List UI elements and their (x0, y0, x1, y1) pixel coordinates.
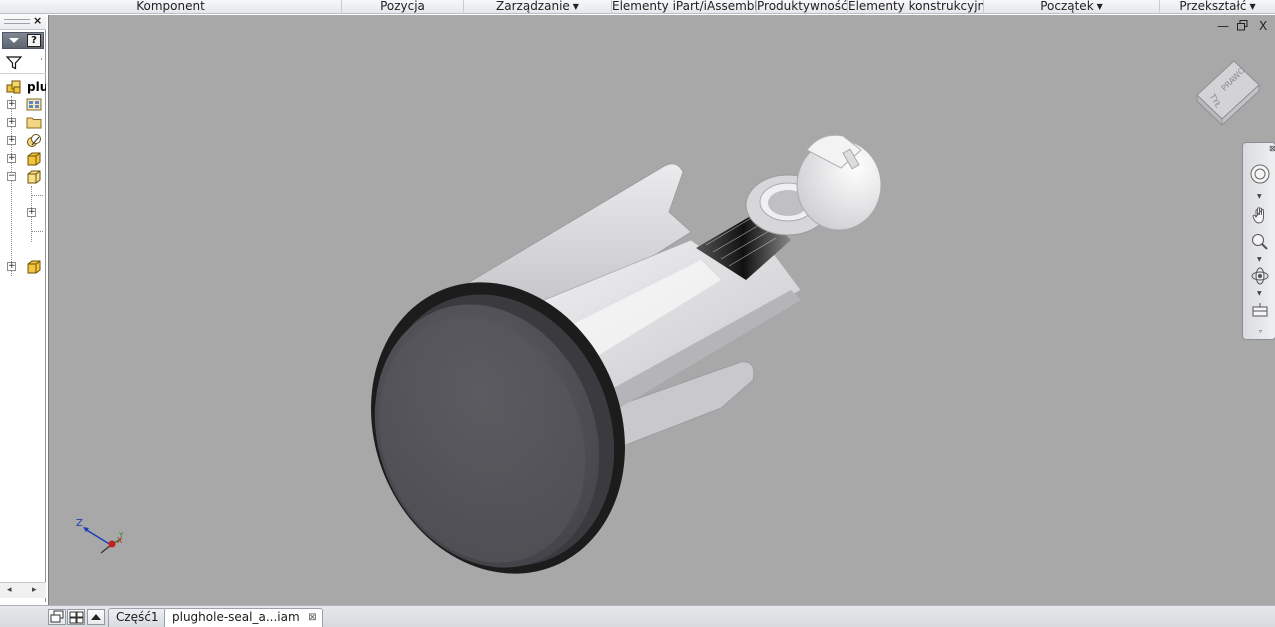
expand-icon[interactable]: + (7, 118, 16, 127)
dropdown-arrow-icon: ▼ (1096, 2, 1103, 11)
part-icon (27, 152, 41, 166)
browser-header: ? (2, 32, 44, 49)
tree-root-assembly[interactable]: plu (0, 78, 46, 96)
ribbon-panel-przeksztalc[interactable]: Przekształć ▼ (1160, 0, 1275, 14)
steering-wheel-icon[interactable] (1249, 163, 1271, 185)
customize-icon[interactable]: ▿ (1259, 329, 1265, 335)
ribbon-panel-label: Zarządzanie (496, 0, 570, 13)
scroll-left-icon[interactable]: ◂ (7, 585, 12, 595)
expand-icon[interactable]: + (7, 154, 16, 163)
cascade-icon (50, 610, 64, 623)
close-icon[interactable]: ⊠ (1269, 145, 1275, 153)
chevron-down-icon[interactable]: ▼ (1257, 257, 1263, 263)
ribbon-panel-label: Elementy iPart/iAssembly (612, 0, 757, 13)
expand-icon[interactable]: + (7, 100, 16, 109)
expand-icon[interactable]: + (7, 262, 16, 271)
look-at-icon[interactable] (1249, 300, 1271, 322)
chevron-up-icon (91, 614, 101, 620)
representations-icon (26, 98, 42, 111)
restore-icon[interactable] (1237, 20, 1248, 33)
part-icon (27, 170, 41, 184)
browser-horizontal-scrollbar[interactable]: ◂ ▸ (0, 582, 46, 598)
document-tab-czesc1[interactable]: Część1 (108, 608, 167, 627)
navigation-bar: ⊠ ▼ ▼ ▼ ▿ (1242, 142, 1275, 340)
expand-icon[interactable]: + (7, 136, 16, 145)
ribbon-panel-komponent[interactable]: Komponent (0, 0, 342, 14)
tile-icon (69, 611, 84, 624)
z-axis-label: Z (76, 518, 83, 529)
ribbon-panel-ipart[interactable]: Elementy iPart/iAssembly (612, 0, 757, 14)
part-icon (27, 260, 41, 274)
drag-grip-icon[interactable] (4, 19, 30, 24)
ribbon-panel-label: Produktywność (757, 0, 848, 13)
ribbon-panel-zarzadzanie[interactable]: Zarządzanie ▼ (464, 0, 612, 14)
ribbon-panel-label: Komponent (136, 0, 205, 13)
expand-icon[interactable]: + (27, 208, 36, 217)
coordinate-triad: Z X Y (76, 518, 124, 554)
tree-guide-line (31, 195, 43, 196)
chevron-down-icon[interactable] (9, 38, 19, 43)
minimize-icon[interactable]: — (1217, 20, 1229, 32)
ribbon-panel-produktywnosc[interactable]: Produktywność (757, 0, 848, 14)
tree-guide-line (31, 231, 43, 232)
model-tree: plu + + + + − + + (0, 78, 46, 578)
zoom-icon[interactable] (1249, 231, 1271, 253)
chevron-down-icon[interactable]: ▼ (1257, 291, 1263, 297)
ribbon-panel-label: Przekształć (1179, 0, 1247, 13)
close-icon[interactable]: × (33, 15, 42, 27)
graphics-window[interactable]: — X PRAWO TYŁ ⊠ ▼ ▼ ▼ (48, 15, 1275, 605)
collapse-icon[interactable]: − (7, 172, 16, 181)
browser-toolbar: · (0, 52, 46, 74)
ribbon-panel-pozycja[interactable]: Pozycja (342, 0, 464, 14)
pan-icon[interactable] (1249, 205, 1271, 227)
cascade-windows-button[interactable] (48, 609, 66, 625)
document-tab-label: plughole-seal_a...iam (172, 610, 300, 624)
ribbon-panel-poczatek[interactable]: Początek ▼ (984, 0, 1160, 14)
close-icon[interactable]: X (1259, 20, 1267, 32)
tree-item-child-feature[interactable]: + (0, 204, 46, 222)
help-icon[interactable]: ? (27, 34, 41, 47)
ribbon-panel-bar: Komponent Pozycja Zarządzanie ▼ Elementy … (0, 0, 1275, 14)
graphics-window-controls: — X (1217, 20, 1273, 34)
assembly-icon (6, 80, 21, 94)
ribbon-panel-label: Pozycja (380, 0, 425, 13)
viewcube[interactable]: PRAWO TYŁ (1189, 57, 1269, 129)
constraint-icon (27, 134, 41, 147)
browser-title-bar[interactable]: × (0, 14, 46, 30)
filter-icon[interactable] (6, 56, 22, 70)
tile-windows-button[interactable] (67, 609, 85, 625)
close-icon[interactable]: ⊠ (308, 609, 316, 626)
y-axis-label: Y (118, 531, 124, 539)
ribbon-panel-label: Elementy konstrukcyjne (848, 0, 984, 13)
document-tab-plughole-seal[interactable]: plughole-seal_a...iam ⊠ (164, 608, 323, 627)
document-tab-bar: Część1 plughole-seal_a...iam ⊠ (0, 605, 1275, 627)
document-tab-label: Część1 (116, 610, 159, 624)
tree-item-representations[interactable]: + (0, 96, 46, 114)
dropdown-arrow-icon: ▼ (572, 2, 579, 11)
tree-item-part-2[interactable]: − (0, 168, 46, 186)
tree-item-part-1[interactable]: + (0, 150, 46, 168)
orbit-icon[interactable] (1249, 265, 1271, 287)
model-browser-pane: × ? · plu + + + + − + + ◂ ▸ (0, 14, 46, 602)
scroll-right-icon[interactable]: ▸ (32, 585, 37, 595)
chevron-down-icon[interactable]: ▼ (1257, 194, 1263, 200)
chevron-down-icon[interactable]: · (40, 55, 43, 65)
dropdown-arrow-icon: ▼ (1249, 2, 1256, 11)
ribbon-panel-label: Początek (1040, 0, 1094, 13)
tree-item-part-3[interactable]: + (0, 258, 46, 276)
tree-item-origin[interactable]: + (0, 114, 46, 132)
open-documents-menu-button[interactable] (87, 609, 105, 625)
plughole-seal-model[interactable] (49, 15, 1275, 605)
tree-item-constraint-set[interactable]: + (0, 132, 46, 150)
folder-icon (26, 117, 42, 129)
tree-root-label: plu (27, 80, 46, 94)
ribbon-panel-elementy-konstrukcyjne[interactable]: Elementy konstrukcyjne (848, 0, 984, 14)
